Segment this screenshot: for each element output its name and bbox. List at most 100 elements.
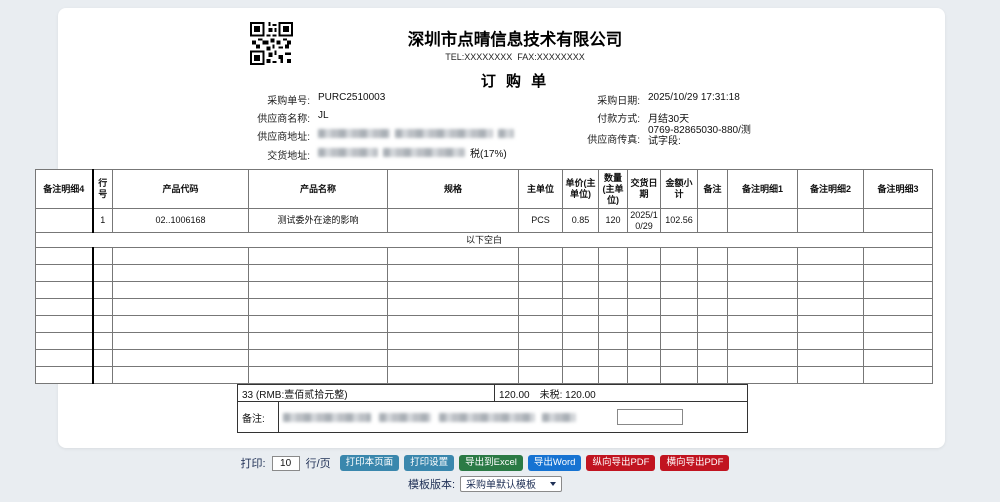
table-cell (698, 350, 728, 367)
table-cell (563, 299, 599, 316)
table-cell (728, 248, 798, 265)
table-cell (599, 248, 628, 265)
table-cell (728, 299, 798, 316)
chevron-down-icon (550, 482, 556, 486)
table-cell (36, 299, 93, 316)
column-header: 主单位 (519, 170, 563, 209)
table-cell (599, 367, 628, 384)
summary-box: 33 (RMB:壹佰贰拾元整) 120.00 未税: 120.00 备注: (237, 384, 748, 433)
table-cell (563, 367, 599, 384)
table-cell: PCS (519, 209, 563, 233)
table-cell (113, 265, 249, 282)
table-cell (599, 333, 628, 350)
table-cell (36, 367, 93, 384)
table-cell (93, 299, 113, 316)
table-cell (388, 282, 519, 299)
table-cell (519, 282, 563, 299)
document-title: 订 购 单 (315, 70, 715, 91)
table-cell (93, 333, 113, 350)
table-cell (93, 265, 113, 282)
table-cell (113, 333, 249, 350)
rows-per-page-input[interactable] (272, 456, 300, 471)
table-cell (698, 316, 728, 333)
table-cell (388, 333, 519, 350)
column-header: 备注 (698, 170, 728, 209)
column-header: 数量(主单位) (599, 170, 628, 209)
po-date-label: 采购日期: (560, 92, 640, 107)
table-cell: 102.56 (661, 209, 698, 233)
table-cell (661, 265, 698, 282)
column-header: 行号 (93, 170, 113, 209)
remark-redacted (542, 413, 576, 422)
template-version-label: 模板版本: (408, 476, 455, 492)
table-cell (628, 333, 661, 350)
table-cell (599, 316, 628, 333)
column-header: 单价(主单位) (563, 170, 599, 209)
table-cell (519, 350, 563, 367)
export-pdf-portrait-button[interactable]: 纵向导出PDF (586, 455, 655, 471)
table-cell (728, 282, 798, 299)
po-number-label: 采购单号: (230, 92, 310, 107)
amount-in-words: 33 (RMB:壹佰贰拾元整) (238, 385, 495, 402)
table-cell (698, 299, 728, 316)
table-cell (728, 316, 798, 333)
blank-note-row: 以下空白 (36, 233, 933, 248)
template-row: 模板版本: 采购单默认模板 (0, 475, 1000, 492)
column-header: 产品名称 (249, 170, 388, 209)
column-header: 备注明细1 (728, 170, 798, 209)
table-cell: 测试委外在途的影响 (249, 209, 388, 233)
table-cell (628, 282, 661, 299)
empty-row (36, 316, 933, 333)
table-cell (519, 265, 563, 282)
supplier-fax-label: 供应商传真: (560, 131, 640, 146)
table-cell (798, 265, 864, 282)
table-cell (563, 333, 599, 350)
table-cell (599, 350, 628, 367)
export-pdf-landscape-button[interactable]: 横向导出PDF (660, 455, 729, 471)
empty-row (36, 367, 933, 384)
print-settings-button[interactable]: 打印设置 (404, 455, 454, 471)
print-preview-screen: 深圳市点晴信息技术有限公司 TEL:XXXXXXXX FAX:XXXXXXXX … (0, 0, 1000, 502)
table-cell (563, 350, 599, 367)
table-cell (249, 299, 388, 316)
table-cell (249, 367, 388, 384)
table-cell (249, 316, 388, 333)
order-row: 102..1006168测试委外在途的影响PCS0.851202025/10/2… (36, 209, 933, 233)
po-number-value: PURC2510003 (318, 92, 385, 103)
table-cell: 02..1006168 (113, 209, 249, 233)
export-excel-button[interactable]: 导出到Excel (459, 455, 523, 471)
table-cell (728, 209, 798, 233)
export-word-button[interactable]: 导出Word (528, 455, 582, 471)
table-cell (519, 316, 563, 333)
table-cell (563, 282, 599, 299)
print-page-button[interactable]: 打印本页面 (340, 455, 400, 471)
table-header-row: 备注明细4行号产品代码产品名称规格主单位单价(主单位)数量(主单位)交货日期金额… (36, 170, 933, 209)
table-cell (36, 316, 93, 333)
remark-content (279, 402, 748, 433)
remark-extra-box[interactable] (617, 409, 683, 425)
column-header: 金额小计 (661, 170, 698, 209)
table-cell (113, 316, 249, 333)
table-cell (388, 299, 519, 316)
template-select[interactable]: 采购单默认模板 (460, 476, 562, 492)
table-cell (628, 265, 661, 282)
table-cell (628, 299, 661, 316)
empty-row (36, 350, 933, 367)
table-cell (628, 316, 661, 333)
remark-redacted (379, 413, 431, 422)
delivery-address-label: 交货地址: (230, 147, 310, 162)
table-cell (599, 265, 628, 282)
remark-redacted (283, 413, 371, 422)
table-cell (864, 265, 933, 282)
table-cell (728, 333, 798, 350)
table-cell (661, 316, 698, 333)
column-header: 规格 (388, 170, 519, 209)
table-cell (798, 350, 864, 367)
table-cell (864, 209, 933, 233)
table-cell (519, 248, 563, 265)
table-cell (113, 248, 249, 265)
empty-row (36, 333, 933, 350)
table-cell (36, 333, 93, 350)
blank-note-cell: 以下空白 (36, 233, 933, 248)
table-cell (864, 316, 933, 333)
